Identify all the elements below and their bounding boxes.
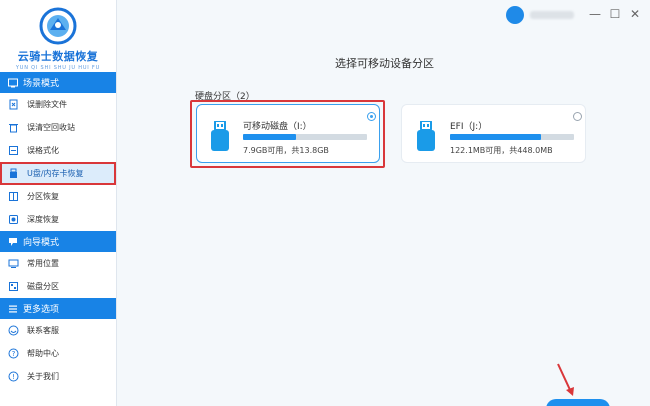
sidebar-item-deleted-files[interactable]: 误删除文件 xyxy=(0,93,116,116)
user-avatar[interactable] xyxy=(506,6,524,24)
section-header-wizard: 向导模式 xyxy=(0,231,116,252)
sidebar-item-partition-recovery[interactable]: 分区恢复 xyxy=(0,185,116,208)
drive-usage-fill xyxy=(450,134,541,140)
user-name-blurred xyxy=(530,11,574,19)
drive-radio[interactable] xyxy=(573,112,582,121)
drive-radio[interactable] xyxy=(367,112,376,121)
drive-size-text: 122.1MB可用，共448.0MB xyxy=(450,146,553,155)
sidebar: 云骑士数据恢复 YUN QI SHI SHU JU HUI FU 场景模式 误删… xyxy=(0,0,117,406)
drive-usage-bar xyxy=(243,134,367,140)
file-delete-icon xyxy=(9,99,18,110)
svg-text:?: ? xyxy=(12,350,16,358)
usb-drive-icon xyxy=(211,121,229,151)
sidebar-item-about-us[interactable]: ! 关于我们 xyxy=(0,365,116,388)
wizard-mode-icon xyxy=(9,237,17,246)
sidebar-item-disk-partition[interactable]: 磁盘分区 xyxy=(0,275,116,298)
knight-logo-icon xyxy=(39,7,77,45)
arrow-annotation-icon xyxy=(557,363,574,396)
sidebar-item-contact-support[interactable]: 联系客服 xyxy=(0,319,116,342)
drive-size-text: 7.9GB可用，共13.8GB xyxy=(243,146,329,155)
sidebar-item-recycle-bin[interactable]: 误清空回收站 xyxy=(0,116,116,139)
menu-icon xyxy=(9,305,17,312)
usb-drive-icon xyxy=(417,121,435,151)
partition-icon xyxy=(9,192,18,201)
app-logo: 云骑士数据恢复 YUN QI SHI SHU JU HUI FU xyxy=(0,0,116,72)
common-location-icon xyxy=(8,259,19,268)
drive-card-efi[interactable]: EFI（J:） 122.1MB可用，共448.0MB xyxy=(401,104,586,163)
help-icon: ? xyxy=(8,348,19,359)
app-subtitle: YUN QI SHI SHU JU HUI FU xyxy=(15,65,101,71)
sidebar-item-deep-recovery[interactable]: 深度恢复 xyxy=(0,208,116,231)
usb-drive-icon xyxy=(10,168,17,178)
deep-scan-icon xyxy=(9,215,18,224)
section-header-scene: 场景模式 xyxy=(0,72,116,93)
sidebar-item-usb-recovery[interactable]: U盘/内存卡恢复 xyxy=(0,162,116,185)
disk-partition-icon xyxy=(9,282,18,291)
drive-usage-fill xyxy=(243,134,297,140)
drive-usage-bar xyxy=(450,134,574,140)
sidebar-item-help-center[interactable]: ? 帮助中心 xyxy=(0,342,116,365)
customer-service-icon xyxy=(8,325,19,336)
drive-name: 可移动磁盘（I:） xyxy=(243,122,312,132)
sidebar-item-format[interactable]: 误格式化 xyxy=(0,139,116,162)
minimize-button[interactable]: — xyxy=(588,7,602,21)
close-button[interactable]: ✕ xyxy=(628,7,642,21)
svg-text:!: ! xyxy=(12,373,15,381)
page-title: 选择可移动设备分区 xyxy=(335,57,434,70)
app-title: 云骑士数据恢复 xyxy=(17,50,99,63)
maximize-button[interactable]: ☐ xyxy=(608,7,622,21)
drive-name: EFI（J:） xyxy=(450,122,488,132)
format-icon xyxy=(9,146,18,155)
sidebar-item-common-location[interactable]: 常用位置 xyxy=(0,252,116,275)
drive-card-removable[interactable]: 可移动磁盘（I:） 7.9GB可用，共13.8GB xyxy=(196,104,380,163)
next-button[interactable] xyxy=(546,399,610,406)
recycle-bin-icon xyxy=(9,124,18,133)
section-header-more: 更多选项 xyxy=(0,298,116,319)
scene-mode-icon xyxy=(8,78,18,87)
info-icon: ! xyxy=(8,371,19,382)
